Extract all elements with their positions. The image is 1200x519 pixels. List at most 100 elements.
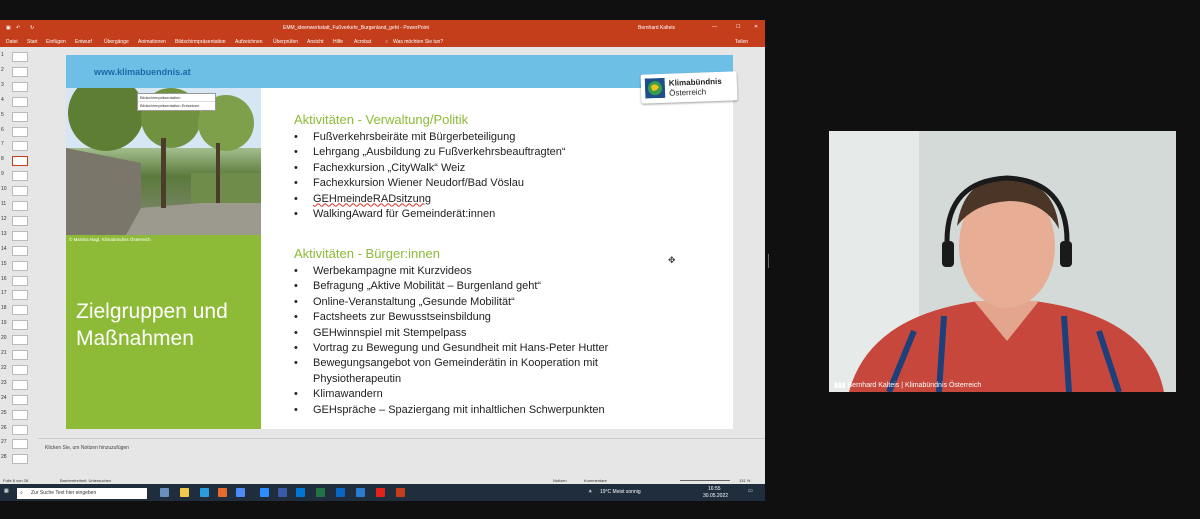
excel-icon[interactable] (316, 488, 325, 497)
slide-thumbnail[interactable] (12, 364, 28, 375)
thumbnail-number: 28 (1, 454, 7, 461)
powerpoint-icon[interactable] (396, 488, 405, 497)
participant-name-label: ▮▮▮ Bernhard Kalteis | Klimabündnis Öste… (834, 381, 981, 389)
outlook-icon[interactable] (336, 488, 345, 497)
slide-thumbnail[interactable] (12, 454, 28, 465)
slide-thumbnail[interactable] (12, 156, 28, 167)
word-icon[interactable] (356, 488, 365, 497)
weather-text[interactable]: 19°C Meist sonnig (600, 489, 641, 495)
lc-app-icon[interactable] (278, 488, 287, 497)
slide-thumbnail[interactable] (12, 439, 28, 450)
list-item: Fachexkursion Wiener Neudorf/Bad Vöslau (294, 176, 566, 192)
slideshow-popup[interactable]: Bildschirmpräsentation Bildschirmpräsent… (137, 93, 216, 111)
save-icon[interactable]: ▣ (6, 25, 11, 31)
thumbnail-number: 14 (1, 245, 7, 252)
list-item: WalkingAward für Gemeinderät:innen (294, 207, 566, 223)
slide-thumbnail[interactable] (12, 394, 28, 405)
user-name[interactable]: Bernhard Kalteis (638, 25, 675, 31)
slide-thumbnail[interactable] (12, 171, 28, 182)
signal-bars-icon: ▮▮▮ (834, 382, 846, 389)
redo-icon[interactable]: ↻ (30, 25, 34, 31)
tab-aufzeichnen[interactable]: Aufzeichnen (235, 39, 263, 45)
slide-thumbnail[interactable] (12, 230, 28, 241)
thumbnail-number: 10 (1, 186, 7, 193)
thumbnail-number: 6 (1, 126, 4, 133)
chrome-icon[interactable] (236, 488, 245, 497)
clock-time[interactable]: 16:55 (708, 486, 721, 492)
thumbnail-number: 9 (1, 171, 4, 178)
globe-icon (644, 77, 666, 99)
tab-einfuegen[interactable]: Einfügen (46, 39, 66, 45)
close-icon[interactable]: ✕ (754, 24, 758, 30)
slide-thumbnail[interactable] (12, 305, 28, 316)
notes-placeholder[interactable]: Klicken Sie, um Notizen hinzuzufügen (45, 445, 129, 451)
slide-thumbnail[interactable] (12, 111, 28, 122)
thumbnail-number: 20 (1, 335, 7, 342)
minimize-icon[interactable]: — (712, 24, 717, 30)
slide-thumbnail[interactable] (12, 215, 28, 226)
task-view-icon[interactable] (160, 488, 169, 497)
slide-thumbnail[interactable] (12, 335, 28, 346)
mail-icon[interactable] (200, 488, 209, 497)
thumbnail-number: 11 (1, 201, 7, 207)
slide-canvas[interactable]: www.klimabuendnis.at © Martina Nagl, Kli… (66, 55, 738, 429)
tab-ueberpruefen[interactable]: Überprüfen (273, 39, 298, 45)
edge-icon[interactable] (296, 488, 305, 497)
tab-uebergaenge[interactable]: Übergänge (104, 39, 129, 45)
tab-animationen[interactable]: Animationen (138, 39, 166, 45)
accessibility-status[interactable]: Barrierefreiheit: Untersuchen (60, 478, 111, 483)
tab-ansicht[interactable]: Ansicht (307, 39, 323, 45)
slide-thumbnail[interactable] (12, 275, 28, 286)
tab-bildschirmpraesentation[interactable]: Bildschirmpräsentation (175, 39, 226, 45)
notification-icon[interactable]: ▭ (748, 488, 753, 494)
slide-thumbnail[interactable] (12, 52, 28, 62)
zoom-app-icon[interactable] (260, 488, 269, 497)
file-explorer-icon[interactable] (180, 488, 189, 497)
slide-thumbnail[interactable] (12, 126, 28, 137)
slide-thumbnail[interactable] (12, 96, 28, 107)
panel-divider-handle[interactable] (768, 254, 769, 268)
slide-thumbnail[interactable] (12, 201, 28, 211)
acrobat-icon[interactable] (376, 488, 385, 497)
slide-thumbnail[interactable] (12, 350, 28, 360)
undo-icon[interactable]: ↶ (16, 25, 20, 31)
tab-acrobat[interactable]: Acrobat (354, 39, 371, 45)
zoom-slider[interactable] (680, 480, 730, 481)
slide-thumbnail[interactable] (12, 260, 28, 271)
tab-datei[interactable]: Datei (6, 39, 18, 45)
slide-thumbnail[interactable] (12, 379, 28, 390)
thumbnail-number: 18 (1, 305, 7, 312)
slide-thumbnail[interactable] (12, 320, 28, 331)
tab-hilfe[interactable]: Hilfe (333, 39, 343, 45)
slide-thumbnail[interactable] (12, 186, 28, 197)
slide-thumbnail[interactable] (12, 81, 28, 92)
search-icon: ⌕ (20, 490, 23, 496)
tab-start[interactable]: Start (27, 39, 38, 45)
slide-thumbnail[interactable] (12, 141, 28, 152)
taskbar-search-input[interactable]: ⌕ Zur Suche Text hier eingeben (17, 488, 147, 499)
popup-line-1[interactable]: Bildschirmpräsentation (138, 94, 215, 102)
firefox-icon[interactable] (218, 488, 227, 497)
slide-thumbnail[interactable] (12, 424, 28, 435)
notes-button[interactable]: Notizen (553, 478, 567, 483)
comments-button[interactable]: Kommentare (584, 478, 607, 483)
list-item: GEHspräche – Spaziergang mit inhaltliche… (294, 403, 683, 419)
klimabuendnis-logo: Klimabündnis Österreich (640, 71, 738, 104)
slide-thumbnail[interactable] (12, 66, 28, 77)
list-item: GEHmeindeRADsitzung (294, 192, 566, 208)
ribbon-tabs: Datei Start Einfügen Entwurf Übergänge A… (0, 36, 765, 47)
windows-start-icon[interactable]: ▦ (4, 488, 9, 494)
tell-me-search[interactable]: Was möchten Sie tun? (393, 39, 443, 45)
notes-pane[interactable]: Klicken Sie, um Notizen hinzuzufügen (38, 438, 765, 479)
maximize-icon[interactable]: ☐ (736, 24, 740, 30)
tab-entwurf[interactable]: Entwurf (75, 39, 92, 45)
zoom-level[interactable]: 131 % (739, 478, 750, 483)
slide-thumbnail[interactable] (12, 245, 28, 256)
windows-taskbar: ▦ ⌕ Zur Suche Text hier eingeben ☀ 19°C … (0, 484, 765, 501)
popup-line-2[interactable]: Bildschirmpräsentation Entsetzen (138, 102, 215, 109)
list-item: Vortrag zu Bewegung und Gesundheit mit H… (294, 341, 683, 357)
slide-thumbnail[interactable] (12, 409, 28, 420)
share-button[interactable]: Teilen (735, 39, 748, 45)
clock-date[interactable]: 30.05.2022 (703, 493, 728, 499)
slide-thumbnail[interactable] (12, 290, 28, 301)
